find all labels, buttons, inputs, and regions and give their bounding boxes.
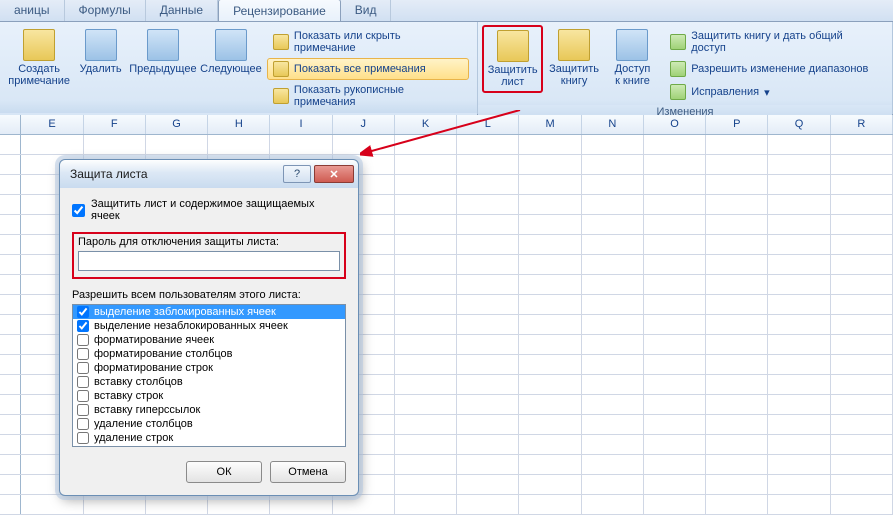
show-hide-comment-button[interactable]: Показать или скрыть примечание — [267, 27, 469, 57]
list-item[interactable]: форматирование ячеек — [73, 333, 345, 347]
list-item[interactable]: удаление столбцов — [73, 417, 345, 431]
protect-sheet-button[interactable]: Защититьлист — [482, 25, 543, 93]
close-button[interactable]: ✕ — [314, 165, 354, 183]
allow-edit-ranges-button[interactable]: Разрешить изменение диапазонов — [664, 58, 884, 80]
chevron-down-icon: ▾ — [764, 86, 770, 99]
col-header[interactable]: Q — [768, 115, 830, 134]
close-icon: ✕ — [329, 168, 338, 181]
perm-checkbox[interactable] — [77, 348, 89, 360]
protect-workbook-button[interactable]: Защититькнигу — [543, 25, 604, 91]
perm-checkbox[interactable] — [77, 376, 89, 388]
col-header[interactable]: F — [84, 115, 146, 134]
col-header[interactable]: N — [582, 115, 644, 134]
dialog-title: Защита листа — [70, 167, 280, 181]
list-item[interactable]: выделение незаблокированных ячеек — [73, 319, 345, 333]
dialog-titlebar[interactable]: Защита листа ? ✕ — [60, 160, 358, 188]
tab-data[interactable]: Данные — [146, 0, 218, 21]
password-section: Пароль для отключения защиты листа: — [72, 232, 346, 279]
ok-button[interactable]: ОК — [186, 461, 262, 483]
tab-review[interactable]: Рецензирование — [218, 0, 341, 21]
col-header[interactable]: G — [146, 115, 208, 134]
share-workbook-button[interactable]: Доступк книге — [605, 25, 660, 91]
track-changes-button[interactable]: Исправления ▾ — [664, 81, 884, 103]
new-comment-button[interactable]: Создатьпримечание — [4, 25, 74, 91]
protect-contents-checkbox[interactable] — [72, 204, 85, 217]
tab-view[interactable]: Вид — [341, 0, 392, 21]
col-header[interactable]: L — [457, 115, 519, 134]
password-input[interactable] — [78, 251, 340, 271]
col-header[interactable]: R — [831, 115, 893, 134]
ribbon: Создатьпримечание Удалить Предыдущее Сле… — [0, 22, 893, 115]
col-header[interactable]: O — [644, 115, 706, 134]
password-label: Пароль для отключения защиты листа: — [78, 236, 340, 248]
permissions-listbox[interactable]: выделение заблокированных ячеек выделени… — [72, 304, 346, 447]
next-comment-button[interactable]: Следующее — [199, 25, 263, 79]
col-header[interactable]: E — [21, 115, 83, 134]
column-headers: E F G H I J K L M N O P Q R — [0, 115, 893, 135]
delete-comment-button[interactable]: Удалить — [74, 25, 127, 79]
ribbon-tabs: аницы Формулы Данные Рецензирование Вид — [0, 0, 893, 22]
col-header[interactable]: I — [270, 115, 332, 134]
perm-checkbox[interactable] — [77, 404, 89, 416]
list-item[interactable]: вставку гиперссылок — [73, 403, 345, 417]
show-ink-button[interactable]: Показать рукописные примечания — [267, 81, 469, 111]
col-header[interactable]: J — [333, 115, 395, 134]
help-button[interactable]: ? — [283, 165, 311, 183]
list-item[interactable]: выделение заблокированных ячеек — [73, 305, 345, 319]
col-header[interactable]: M — [519, 115, 581, 134]
list-item[interactable]: форматирование строк — [73, 361, 345, 375]
help-icon: ? — [294, 168, 300, 180]
perm-checkbox[interactable] — [77, 306, 89, 318]
prev-comment-button[interactable]: Предыдущее — [127, 25, 199, 79]
perm-checkbox[interactable] — [77, 362, 89, 374]
tab-formulas[interactable]: Формулы — [65, 0, 146, 21]
col-header[interactable]: P — [706, 115, 768, 134]
protect-and-share-button[interactable]: Защитить книгу и дать общий доступ — [664, 27, 884, 57]
cancel-button[interactable]: Отмена — [270, 461, 346, 483]
perm-checkbox[interactable] — [77, 390, 89, 402]
list-item[interactable]: вставку строк — [73, 389, 345, 403]
protect-sheet-dialog: Защита листа ? ✕ Защитить лист и содержи… — [59, 159, 359, 496]
show-all-comments-button[interactable]: Показать все примечания — [267, 58, 469, 80]
perm-checkbox[interactable] — [77, 320, 89, 332]
perm-checkbox[interactable] — [77, 334, 89, 346]
protect-contents-label: Защитить лист и содержимое защищаемых яч… — [91, 198, 346, 222]
tab-page[interactable]: аницы — [0, 0, 65, 21]
list-item[interactable]: вставку столбцов — [73, 375, 345, 389]
perm-checkbox[interactable] — [77, 418, 89, 430]
list-item[interactable]: удаление строк — [73, 431, 345, 445]
permissions-label: Разрешить всем пользователям этого листа… — [72, 289, 346, 301]
list-item[interactable]: форматирование столбцов — [73, 347, 345, 361]
col-header[interactable]: K — [395, 115, 457, 134]
col-header[interactable]: H — [208, 115, 270, 134]
perm-checkbox[interactable] — [77, 432, 89, 444]
